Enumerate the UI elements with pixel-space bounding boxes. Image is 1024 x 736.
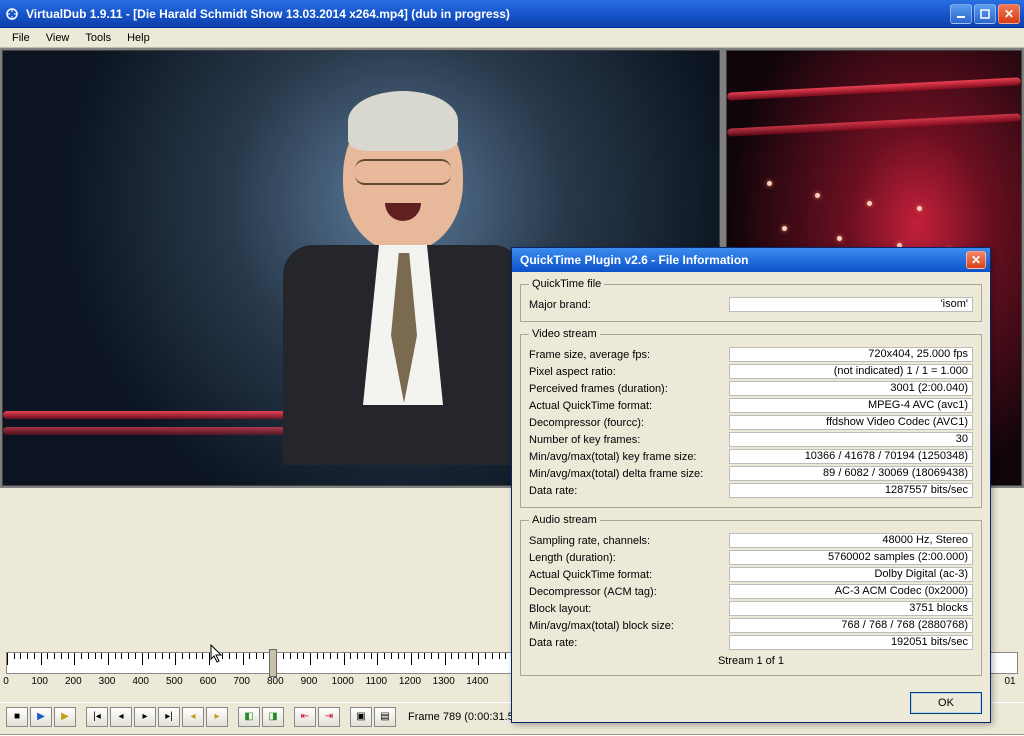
field-value: 3001 (2:00.040) — [729, 381, 973, 396]
menu-help[interactable]: Help — [119, 30, 158, 46]
group-legend: Video stream — [529, 328, 600, 340]
close-button[interactable]: ✕ — [998, 4, 1020, 24]
dialog-title: QuickTime Plugin v2.6 - File Information — [516, 253, 966, 267]
app-icon — [4, 6, 20, 22]
window-title: VirtualDub 1.9.11 - [Die Harald Schmidt … — [26, 7, 950, 21]
ruler-label: 0 — [3, 676, 9, 687]
field-value: 192051 bits/sec — [729, 635, 973, 650]
field-label: Actual QuickTime format: — [529, 569, 729, 581]
scene-next-button[interactable]: ◨ — [262, 707, 284, 727]
ruler-label: 1100 — [366, 676, 388, 687]
group-legend: Audio stream — [529, 514, 600, 526]
field-value: 3751 blocks — [729, 601, 973, 616]
ruler-label: 800 — [267, 676, 284, 687]
ruler-label: 700 — [233, 676, 250, 687]
goto-start-button[interactable]: |◂ — [86, 707, 108, 727]
field-label: Data rate: — [529, 485, 729, 497]
field-label: Perceived frames (duration): — [529, 383, 729, 395]
ruler-label: 600 — [200, 676, 217, 687]
stream-footer: Stream 1 of 1 — [529, 655, 973, 667]
main-titlebar: VirtualDub 1.9.11 - [Die Harald Schmidt … — [0, 0, 1024, 28]
ruler-label: 900 — [301, 676, 318, 687]
field-value: 89 / 6082 / 30069 (18069438) — [729, 466, 973, 481]
dialog-close-button[interactable]: ✕ — [966, 251, 986, 269]
play-input-button[interactable]: ▶ — [30, 707, 52, 727]
field-label: Min/avg/max(total) delta frame size: — [529, 468, 729, 480]
field-label: Decompressor (fourcc): — [529, 417, 729, 429]
field-value: MPEG-4 AVC (avc1) — [729, 398, 973, 413]
field-value: 'isom' — [729, 297, 973, 312]
field-label: Pixel aspect ratio: — [529, 366, 729, 378]
ruler-label: 300 — [99, 676, 116, 687]
playhead[interactable] — [269, 649, 277, 677]
ruler-label: 1200 — [399, 676, 421, 687]
ruler-label: 1300 — [433, 676, 455, 687]
maximize-button[interactable] — [974, 4, 996, 24]
field-value: ffdshow Video Codec (AVC1) — [729, 415, 973, 430]
mouse-cursor-icon — [210, 644, 224, 664]
dialog-titlebar[interactable]: QuickTime Plugin v2.6 - File Information… — [512, 248, 990, 272]
quicktime-file-group: QuickTime file Major brand: 'isom' — [520, 278, 982, 322]
video-content — [273, 101, 533, 481]
field-value: 5760002 samples (2:00.000) — [729, 550, 973, 565]
menu-tools[interactable]: Tools — [77, 30, 119, 46]
field-label: Major brand: — [529, 299, 729, 311]
field-value: Dolby Digital (ac-3) — [729, 567, 973, 582]
field-value: 10366 / 41678 / 70194 (1250348) — [729, 449, 973, 464]
menu-view[interactable]: View — [38, 30, 78, 46]
field-label: Data rate: — [529, 637, 729, 649]
play-output-button[interactable]: ▶ — [54, 707, 76, 727]
key-next-button[interactable]: ▸ — [206, 707, 228, 727]
file-information-dialog: QuickTime Plugin v2.6 - File Information… — [511, 247, 991, 723]
field-label: Block layout: — [529, 603, 729, 615]
step-forward-button[interactable]: ▸ — [134, 707, 156, 727]
field-label: Length (duration): — [529, 552, 729, 564]
extra-button-1[interactable]: ▣ — [350, 707, 372, 727]
field-value: 768 / 768 / 768 (2880768) — [729, 618, 973, 633]
field-label: Min/avg/max(total) key frame size: — [529, 451, 729, 463]
ruler-label: 400 — [132, 676, 149, 687]
stop-button[interactable]: ■ — [6, 707, 28, 727]
ok-button[interactable]: OK — [910, 692, 982, 714]
field-label: Sampling rate, channels: — [529, 535, 729, 547]
ruler-label: 1000 — [332, 676, 354, 687]
key-prev-button[interactable]: ◂ — [182, 707, 204, 727]
menu-file[interactable]: File — [4, 30, 38, 46]
group-legend: QuickTime file — [529, 278, 604, 290]
ruler-label: 01 — [1004, 676, 1015, 687]
video-stream-group: Video stream Frame size, average fps:720… — [520, 328, 982, 508]
goto-end-button[interactable]: ▸| — [158, 707, 180, 727]
ruler-label: 500 — [166, 676, 183, 687]
field-label: Number of key frames: — [529, 434, 729, 446]
field-value: 48000 Hz, Stereo — [729, 533, 973, 548]
field-value: 720x404, 25.000 fps — [729, 347, 973, 362]
field-label: Min/avg/max(total) block size: — [529, 620, 729, 632]
mark-in-button[interactable]: ⇤ — [294, 707, 316, 727]
field-value: 1287557 bits/sec — [729, 483, 973, 498]
field-value: AC-3 ACM Codec (0x2000) — [729, 584, 973, 599]
step-back-button[interactable]: ◂ — [110, 707, 132, 727]
field-value: (not indicated) 1 / 1 = 1.000 — [729, 364, 973, 379]
scene-prev-button[interactable]: ◧ — [238, 707, 260, 727]
field-label: Decompressor (ACM tag): — [529, 586, 729, 598]
audio-stream-group: Audio stream Sampling rate, channels:480… — [520, 514, 982, 676]
minimize-button[interactable] — [950, 4, 972, 24]
field-label: Frame size, average fps: — [529, 349, 729, 361]
field-value: 30 — [729, 432, 973, 447]
ruler-label: 1400 — [466, 676, 488, 687]
menubar: File View Tools Help — [0, 28, 1024, 48]
mark-out-button[interactable]: ⇥ — [318, 707, 340, 727]
field-label: Actual QuickTime format: — [529, 400, 729, 412]
extra-button-2[interactable]: ▤ — [374, 707, 396, 727]
ruler-label: 200 — [65, 676, 82, 687]
ruler-label: 100 — [31, 676, 48, 687]
